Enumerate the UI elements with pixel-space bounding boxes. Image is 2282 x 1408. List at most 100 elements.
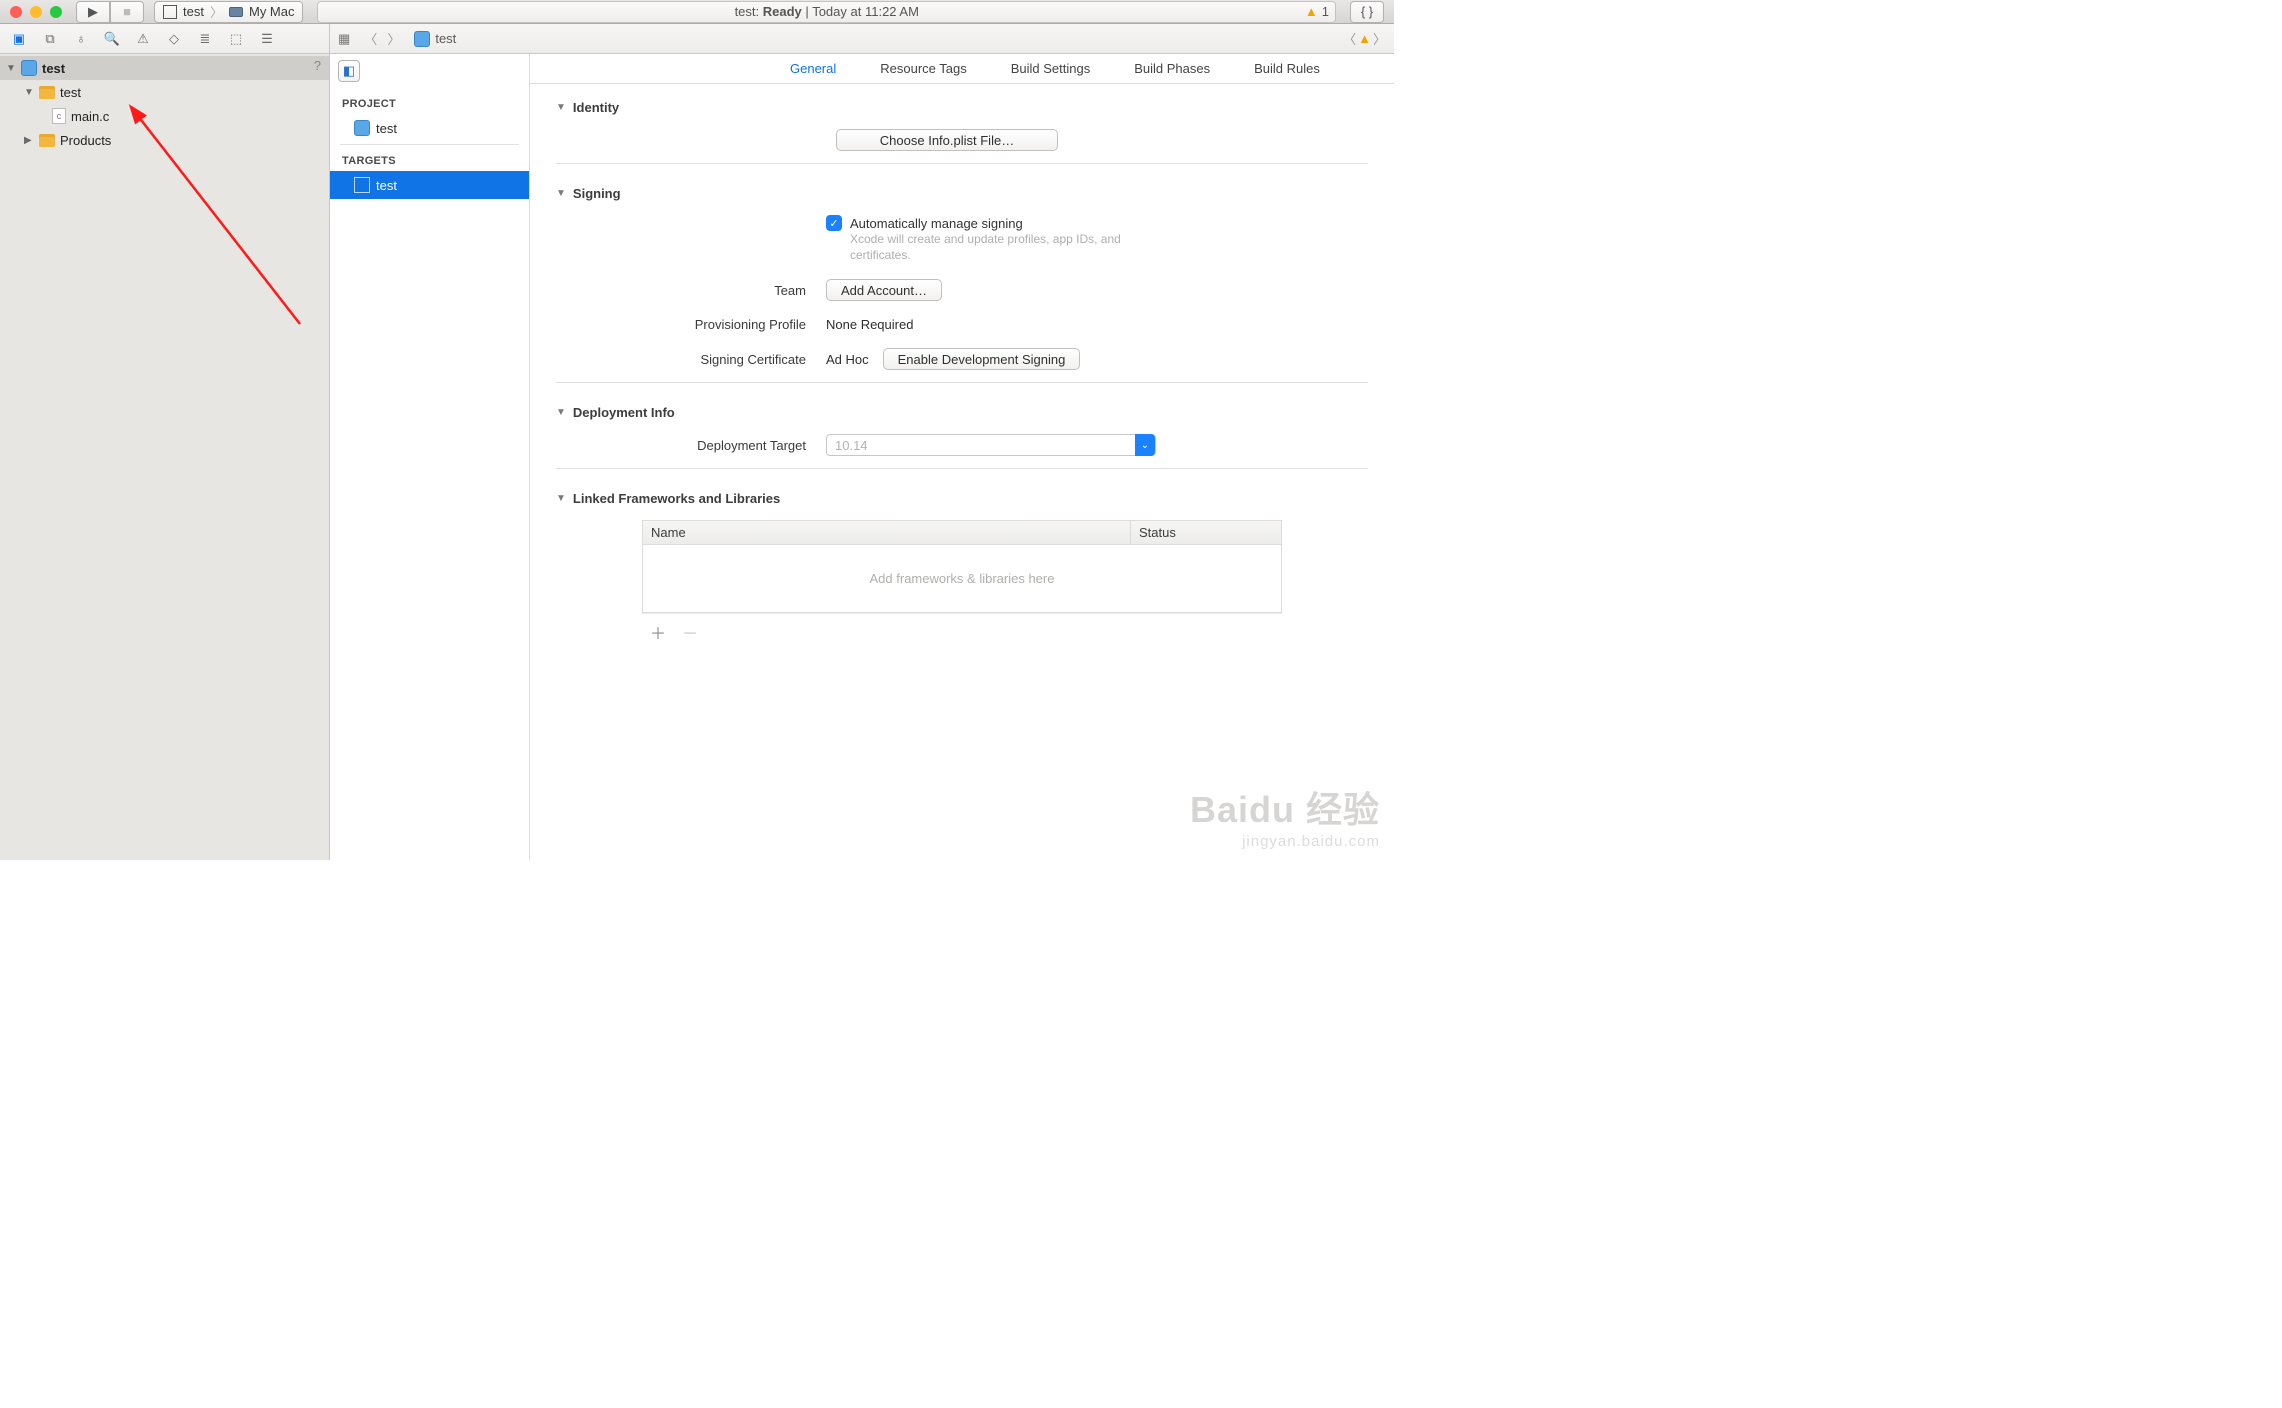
remove-framework-button[interactable]: － — [682, 620, 698, 644]
test-navigator-icon[interactable]: ◇ — [163, 28, 185, 50]
identity-header[interactable]: ▼ Identity — [556, 100, 1368, 121]
disclosure-triangle-icon[interactable]: ▼ — [24, 87, 34, 98]
stop-button[interactable]: ■ — [110, 1, 144, 23]
deployment-target-select[interactable]: 10.14 ⌄ — [826, 434, 1156, 456]
tab-build-settings[interactable]: Build Settings — [1011, 61, 1091, 76]
disclosure-triangle-icon[interactable]: ▶ — [24, 135, 34, 146]
deployment-target-label: Deployment Target — [556, 438, 826, 453]
signing-title: Signing — [573, 186, 621, 201]
provisioning-profile-label: Provisioning Profile — [556, 317, 826, 332]
deployment-target-value: 10.14 — [835, 438, 868, 453]
auto-signing-checkbox[interactable]: ✓ — [826, 215, 842, 231]
chevron-down-icon: ▼ — [556, 493, 566, 504]
linked-title: Linked Frameworks and Libraries — [573, 491, 780, 506]
col-name[interactable]: Name — [643, 521, 1131, 544]
choose-info-plist-button[interactable]: Choose Info.plist File… — [836, 129, 1058, 151]
editor-content: General Resource Tags Build Settings Bui… — [530, 54, 1394, 860]
zoom-window-button[interactable] — [50, 6, 62, 18]
outline-target-item[interactable]: test — [330, 171, 529, 199]
tab-resource-tags[interactable]: Resource Tags — [880, 61, 966, 76]
debug-navigator-icon[interactable]: ≣ — [194, 28, 216, 50]
source-control-navigator-icon[interactable]: ⧉ — [39, 28, 61, 50]
watermark: Baidu 经验 jingyan.baidu.com — [1190, 781, 1380, 850]
deployment-section: ▼ Deployment Info Deployment Target 10.1… — [530, 389, 1394, 475]
project-icon — [414, 31, 430, 47]
project-root-label: test — [42, 61, 65, 76]
disclosure-triangle-icon[interactable]: ▼ — [6, 63, 16, 74]
prev-issue-button[interactable]: 〈 — [1343, 29, 1356, 48]
auto-signing-label: Automatically manage signing — [850, 216, 1023, 231]
deployment-header[interactable]: ▼ Deployment Info — [556, 405, 1368, 426]
linked-header[interactable]: ▼ Linked Frameworks and Libraries — [556, 491, 1368, 512]
table-footer: ＋ － — [642, 613, 1282, 650]
close-window-button[interactable] — [10, 6, 22, 18]
table-header: Name Status — [643, 521, 1281, 545]
project-header: PROJECT — [330, 90, 529, 114]
device-icon — [229, 7, 243, 17]
next-issue-button[interactable]: 〉 — [1373, 29, 1386, 48]
issue-navigator-icon[interactable]: ⚠ — [132, 28, 154, 50]
breakpoint-navigator-icon[interactable]: ⬚ — [225, 28, 247, 50]
file-row[interactable]: c main.c — [0, 104, 329, 128]
run-button[interactable]: ▶ — [76, 1, 110, 23]
breadcrumb-label: test — [435, 31, 456, 46]
project-editor: ◧ PROJECT test TARGETS test General Reso… — [330, 54, 1394, 860]
enable-dev-signing-button[interactable]: Enable Development Signing — [883, 348, 1081, 370]
go-back-button[interactable]: 〈 — [360, 29, 381, 48]
navigator-help-button[interactable]: ? — [314, 58, 321, 73]
scheme-selector[interactable]: test 〉 My Mac — [154, 1, 303, 23]
lcd-sep: | — [805, 4, 808, 19]
add-account-button[interactable]: Add Account… — [826, 279, 942, 301]
issues-indicator[interactable]: ▲ 1 — [1305, 4, 1329, 19]
scheme-icon — [163, 5, 177, 19]
editor-tabs: General Resource Tags Build Settings Bui… — [530, 54, 1394, 84]
project-icon — [354, 120, 370, 136]
breadcrumb[interactable]: test — [414, 31, 456, 47]
folder-row[interactable]: ▼ test — [0, 80, 329, 104]
outline-project-item[interactable]: test — [330, 114, 529, 142]
related-items-icon[interactable]: ▦ — [338, 31, 350, 47]
project-root-row[interactable]: ▼ test — [0, 56, 329, 80]
minimize-window-button[interactable] — [30, 6, 42, 18]
identity-title: Identity — [573, 100, 619, 115]
col-status[interactable]: Status — [1131, 521, 1281, 544]
products-row[interactable]: ▶ Products — [0, 128, 329, 152]
toggle-outline-button[interactable]: ◧ — [338, 60, 360, 82]
editor-jump-bar: ▦ 〈 〉 test 〈 ▲ 〉 — [330, 24, 1394, 53]
warning-icon: ▲ — [1305, 4, 1318, 19]
project-navigator-icon[interactable]: ▣ — [8, 28, 30, 50]
find-navigator-icon[interactable]: 🔍 — [101, 28, 123, 50]
window-titlebar: ▶ ■ test 〉 My Mac test: Ready | Today at… — [0, 0, 1394, 24]
symbol-navigator-icon[interactable]: ♁ — [70, 28, 92, 50]
issue-icon[interactable]: ▲ — [1358, 31, 1371, 46]
linked-frameworks-section: ▼ Linked Frameworks and Libraries Name S… — [530, 475, 1394, 656]
outline-target-label: test — [376, 178, 397, 193]
tab-build-phases[interactable]: Build Phases — [1134, 61, 1210, 76]
team-label: Team — [556, 283, 826, 298]
chevron-down-icon: ▼ — [556, 407, 566, 418]
lcd-status: Ready — [763, 4, 802, 19]
watermark-sub: jingyan.baidu.com — [1190, 833, 1380, 850]
section-divider — [556, 382, 1368, 383]
section-divider — [556, 468, 1368, 469]
file-label: main.c — [71, 109, 109, 124]
toolbar-row: ▣ ⧉ ♁ 🔍 ⚠ ◇ ≣ ⬚ ☰ ▦ 〈 〉 test 〈 ▲ 〉 — [0, 24, 1394, 54]
lcd-project: test: — [735, 4, 760, 19]
chevron-down-icon: ⌄ — [1135, 434, 1155, 456]
tab-build-rules[interactable]: Build Rules — [1254, 61, 1320, 76]
signing-certificate-value: Ad Hoc — [826, 352, 869, 367]
project-icon — [21, 60, 37, 76]
go-forward-button[interactable]: 〉 — [383, 29, 404, 48]
add-framework-button[interactable]: ＋ — [650, 620, 666, 644]
code-snippets-button[interactable]: { } — [1350, 1, 1384, 23]
report-navigator-icon[interactable]: ☰ — [256, 28, 278, 50]
tab-general[interactable]: General — [790, 61, 836, 76]
navigator-selector: ▣ ⧉ ♁ 🔍 ⚠ ◇ ≣ ⬚ ☰ — [0, 24, 330, 53]
signing-header[interactable]: ▼ Signing — [556, 186, 1368, 207]
lcd-time: Today at 11:22 AM — [812, 4, 919, 19]
targets-header: TARGETS — [330, 147, 529, 171]
outline-project-label: test — [376, 121, 397, 136]
outline-divider — [340, 144, 519, 145]
signing-section: ▼ Signing ✓ Automatically manage signing… — [530, 170, 1394, 389]
scheme-device-label: My Mac — [249, 4, 295, 19]
